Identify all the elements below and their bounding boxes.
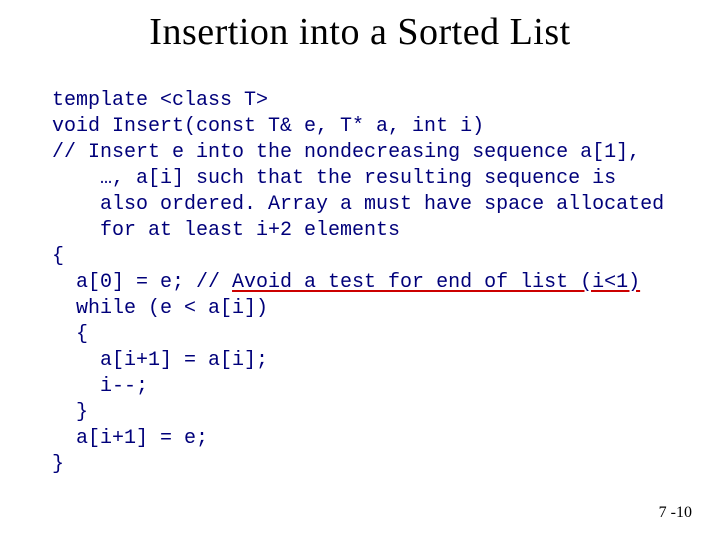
slide: Insertion into a Sorted List template <c…	[0, 0, 720, 540]
code-line: a[i+1] = e;	[52, 427, 208, 450]
code-line: while (e < a[i])	[52, 297, 268, 320]
slide-title: Insertion into a Sorted List	[0, 0, 720, 62]
code-line: a[i+1] = a[i];	[52, 349, 268, 372]
code-line: a[0] = e; //	[52, 271, 232, 294]
code-comment: // Insert e into the nondecreasing seque…	[52, 140, 668, 244]
code-line: template <class T>	[52, 89, 268, 112]
code-line: i--;	[52, 375, 148, 398]
code-comment-prefix: //	[52, 141, 88, 164]
code-line: }	[52, 453, 64, 476]
code-comment-body: Insert e into the nondecreasing sequence…	[88, 141, 676, 242]
code-line: {	[52, 245, 64, 268]
code-line: }	[52, 401, 88, 424]
code-block: template <class T> void Insert(const T& …	[0, 62, 720, 478]
code-line: {	[52, 323, 88, 346]
code-line: void Insert(const T& e, T* a, int i)	[52, 115, 484, 138]
code-underlined: Avoid a test for end of list (i<1)	[232, 271, 640, 294]
page-number: 7 -10	[659, 504, 692, 522]
